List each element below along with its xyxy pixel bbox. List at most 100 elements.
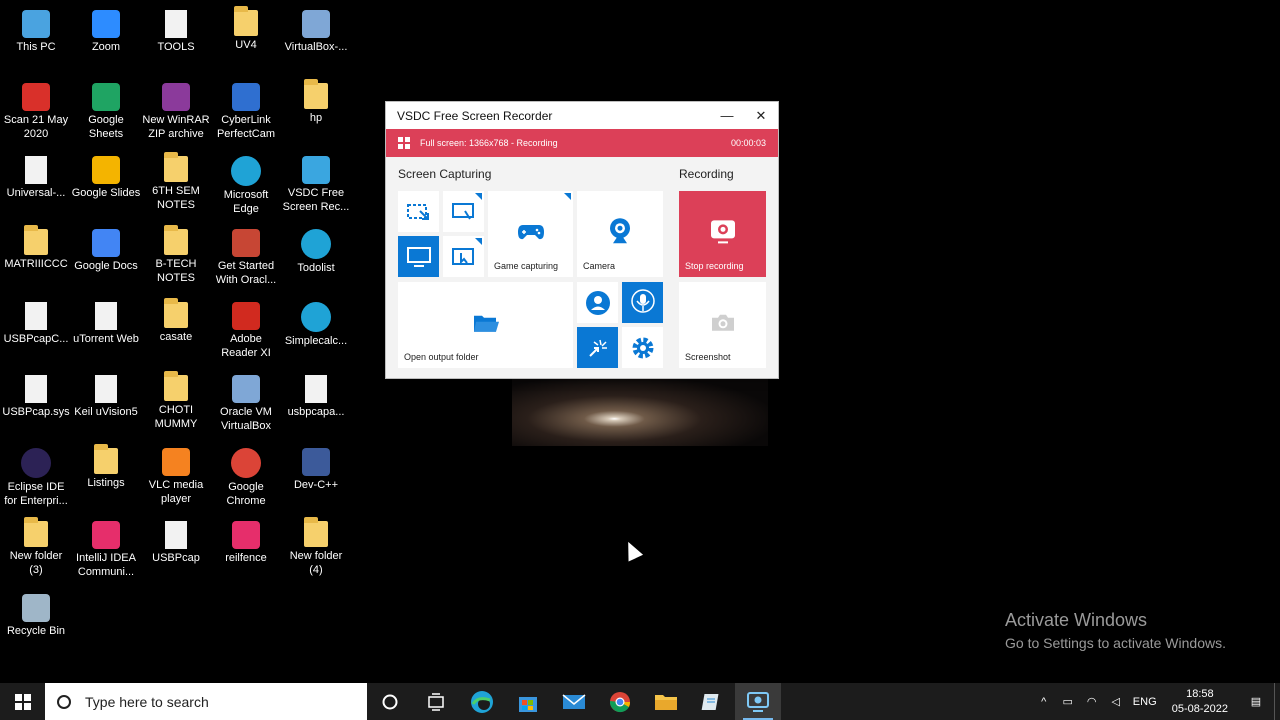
desktop-icon-label: Simplecalc...	[284, 335, 348, 347]
game-capturing-button[interactable]: Game capturing	[488, 191, 573, 277]
watermark-subtitle: Go to Settings to activate Windows.	[1005, 635, 1226, 651]
desktop-icon[interactable]: New folder (3)	[0, 515, 72, 587]
desktop-icon[interactable]: Keil uVision5	[70, 369, 142, 441]
vsdc-icon	[747, 691, 769, 712]
vsdc-recorder-window: VSDC Free Screen Recorder — ✕ Full scree…	[385, 101, 779, 379]
google-docs-icon	[92, 229, 120, 257]
start-button[interactable]	[0, 683, 45, 720]
desktop-icon[interactable]: hp	[280, 77, 352, 149]
desktop-icon[interactable]: IntelliJ IDEA Communi...	[70, 515, 142, 587]
desktop-icon[interactable]: Universal-...	[0, 150, 72, 222]
desktop-icon[interactable]: UV4	[210, 4, 282, 76]
taskbar-notes-app[interactable]	[689, 683, 735, 720]
capture-window-button[interactable]	[443, 236, 484, 277]
wifi-icon[interactable]: ◠	[1080, 695, 1104, 708]
taskbar-mail[interactable]	[551, 683, 597, 720]
desktop-icon-label: Universal-...	[6, 187, 66, 199]
desktop-icon[interactable]: USBPcap	[140, 515, 212, 587]
desktop-icon[interactable]: Simplecalc...	[280, 296, 352, 368]
show-desktop-button[interactable]	[1274, 683, 1280, 720]
stop-recording-button[interactable]: Stop recording	[679, 191, 766, 277]
taskbar-chrome[interactable]	[597, 683, 643, 720]
capture-region-button[interactable]	[443, 191, 484, 232]
virtualbox-icon	[232, 375, 260, 403]
taskbar-vsdc-recorder[interactable]	[735, 683, 781, 720]
desktop-icon[interactable]: Zoom	[70, 4, 142, 76]
cursor-effects-button[interactable]	[577, 327, 618, 368]
desktop-icon[interactable]: Dev-C++	[280, 442, 352, 514]
desktop-icon[interactable]: USBPcapC...	[0, 296, 72, 368]
camera-button[interactable]: Camera	[577, 191, 663, 277]
language-indicator[interactable]: ENG	[1128, 696, 1162, 708]
minimize-button[interactable]: —	[710, 102, 744, 129]
desktop-icon[interactable]: Google Slides	[70, 150, 142, 222]
task-view-button[interactable]	[413, 683, 459, 720]
taskbar-store[interactable]	[505, 683, 551, 720]
desktop-icon-label: hp	[309, 112, 323, 124]
taskbar-clock[interactable]: 18:58 05-08-2022	[1162, 687, 1238, 717]
desktop-icon[interactable]: Scan 21 May 2020	[0, 77, 72, 149]
desktop-icon[interactable]: Google Chrome	[210, 442, 282, 514]
desktop-icon[interactable]: New WinRAR ZIP archive	[140, 77, 212, 149]
desktop-icon[interactable]: Get Started With Oracl...	[210, 223, 282, 295]
file-icon	[305, 375, 327, 403]
desktop-icon[interactable]: VLC media player	[140, 442, 212, 514]
desktop-icon[interactable]: CyberLink PerfectCam	[210, 77, 282, 149]
desktop-icon-label: casate	[159, 331, 193, 343]
desktop-icon[interactable]: Recycle Bin	[0, 588, 72, 660]
taskbar-file-explorer[interactable]	[643, 683, 689, 720]
desktop-icon-label: Adobe Reader XI	[221, 333, 271, 359]
desktop-icon[interactable]: CHOTI MUMMY	[140, 369, 212, 441]
monitor-icon	[406, 246, 431, 267]
taskbar-search-box[interactable]: Type here to search	[45, 683, 367, 720]
screen-capturing-label: Screen Capturing	[398, 167, 492, 181]
battery-icon[interactable]: ▭	[1056, 695, 1080, 708]
file-icon	[95, 302, 117, 330]
desktop-icon[interactable]: Eclipse IDE for Enterpri...	[0, 442, 72, 514]
folder-open-icon	[473, 315, 499, 332]
desktop-icon[interactable]: Google Sheets	[70, 77, 142, 149]
cortana-button[interactable]	[367, 683, 413, 720]
desktop-icon[interactable]: MATRIIICCC	[0, 223, 72, 295]
edge-icon	[231, 156, 261, 186]
volume-icon[interactable]: ◁	[1104, 695, 1128, 708]
desktop-icon[interactable]: New folder (4)	[280, 515, 352, 587]
desktop-icon[interactable]: Microsoft Edge	[210, 150, 282, 222]
notification-center-icon[interactable]: ▤	[1238, 695, 1274, 708]
desktop-icon[interactable]: Adobe Reader XI	[210, 296, 282, 368]
desktop-icon[interactable]: Listings	[70, 442, 142, 514]
desktop-icon[interactable]: 6TH SEM NOTES	[140, 150, 212, 222]
activate-windows-watermark: Activate Windows Go to Settings to activ…	[1005, 610, 1226, 651]
close-button[interactable]: ✕	[744, 102, 778, 129]
desktop-icon[interactable]: Oracle VM VirtualBox	[210, 369, 282, 441]
cyberlink-icon	[232, 83, 260, 111]
open-output-folder-button[interactable]: Open output folder	[398, 282, 573, 368]
desktop-icon[interactable]: Todolist	[280, 223, 352, 295]
profile-button[interactable]	[577, 282, 618, 323]
microphone-button[interactable]	[622, 282, 663, 323]
chevron-up-icon[interactable]: ^	[1032, 696, 1056, 708]
desktop-icon[interactable]: casate	[140, 296, 212, 368]
desktop-icon[interactable]: uTorrent Web	[70, 296, 142, 368]
desktop-icon[interactable]: reilfence	[210, 515, 282, 587]
desktop-icon[interactable]: usbpcapa...	[280, 369, 352, 441]
folder-icon	[164, 371, 188, 401]
desktop-icon[interactable]: USBPcap.sys	[0, 369, 72, 441]
desktop-icon[interactable]: Google Docs	[70, 223, 142, 295]
desktop-icon[interactable]: VSDC Free Screen Rec...	[280, 150, 352, 222]
desktop-icon[interactable]: TOOLS	[140, 4, 212, 76]
window-titlebar[interactable]: VSDC Free Screen Recorder — ✕	[386, 102, 778, 129]
screenshot-button[interactable]: Screenshot	[679, 282, 766, 368]
desktop-icon[interactable]: B-TECH NOTES	[140, 223, 212, 295]
taskbar-edge[interactable]	[459, 683, 505, 720]
desktop-icon[interactable]: This PC	[0, 4, 72, 76]
desktop-icon-label: Google Slides	[71, 187, 141, 199]
select-area-button[interactable]	[398, 191, 439, 232]
intellij-icon	[232, 521, 260, 549]
edge-icon	[471, 690, 493, 713]
desktop-icon[interactable]: VirtualBox-...	[280, 4, 352, 76]
full-screen-button[interactable]	[398, 236, 439, 277]
intellij-icon	[92, 521, 120, 549]
settings-button[interactable]	[622, 327, 663, 368]
desktop-icon-label: Dev-C++	[293, 479, 339, 491]
